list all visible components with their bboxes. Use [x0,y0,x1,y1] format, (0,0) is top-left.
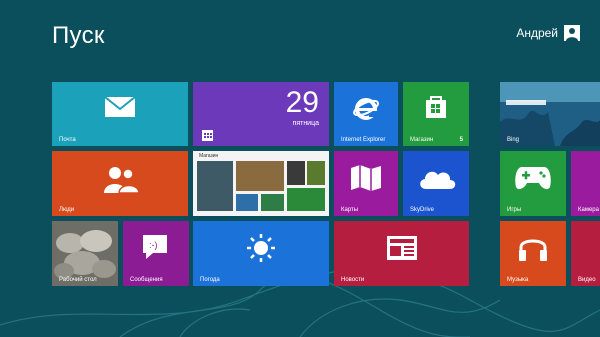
tile-messaging-label: Сообщения [130,277,163,283]
tile-skydrive[interactable]: SkyDrive [403,151,469,216]
user-name: Андрей [516,26,558,40]
store-preview: Магазин [193,151,329,216]
tile-calendar[interactable]: 29 пятница [193,82,329,146]
people-icon [104,167,140,193]
store-update-count: 5 [459,137,463,143]
sun-icon [247,234,275,262]
maps-icon [351,165,381,191]
user-avatar-icon [564,25,580,41]
tile-bing-label: Bing [507,137,520,143]
tile-games[interactable]: Игры [500,151,566,216]
start-title: Пуск [52,22,105,49]
store-preview-thumb [287,161,305,185]
chat-smiley-icon: :-) [143,235,167,259]
tile-camera[interactable]: Камера [571,151,600,216]
tile-mail[interactable]: Почта [52,82,188,146]
mail-icon [104,96,136,117]
tile-news-label: Новости [341,277,365,283]
store-preview-title: Магазин [199,153,219,159]
store-preview-hero [236,161,284,191]
internet-explorer-icon [353,98,379,120]
tile-people[interactable]: Люди [52,151,188,216]
tile-news[interactable]: Новости [334,221,469,286]
newspaper-icon [387,236,417,260]
tile-weather-label: Погода [200,277,220,283]
headphones-icon [519,239,547,261]
tile-maps[interactable]: Карты [334,151,398,216]
tile-store[interactable]: Магазин 5 [403,82,469,146]
cloud-icon [420,171,456,189]
tile-mail-label: Почта [59,137,76,143]
tile-store-label: Магазин [410,137,434,143]
tile-skydrive-label: SkyDrive [410,207,435,213]
tile-internet-explorer[interactable]: Internet Explorer [334,82,398,146]
tile-video[interactable]: Видео [571,221,600,286]
svg-text::-): :-) [149,240,158,250]
store-preview-thumb [236,194,258,211]
tile-video-label: Видео [578,277,596,283]
calendar-icon [202,130,213,141]
tile-photos-label: Рабочий стол [59,277,97,283]
tile-store-preview[interactable]: Магазин [193,151,329,216]
tile-maps-label: Карты [341,207,359,213]
calendar-weekday: пятница [292,120,319,127]
tile-music-label: Музыка [507,277,529,283]
gamepad-icon [515,167,551,190]
tile-camera-label: Камера [578,207,599,213]
tile-messaging[interactable]: :-) Сообщения [123,221,189,286]
tile-weather[interactable]: Погода [193,221,329,286]
tile-people-label: Люди [59,207,75,213]
user-account[interactable]: Андрей [516,25,580,41]
tile-bing[interactable]: Bing [500,82,600,146]
tile-ie-label: Internet Explorer [341,137,386,143]
store-bag-icon [426,96,446,118]
tile-games-label: Игры [507,207,522,213]
store-preview-thumb [307,161,325,185]
store-preview-list [197,161,233,211]
tile-photos[interactable]: Рабочий стол [52,221,118,286]
store-preview-thumb [261,194,284,211]
calendar-day: 29 [285,86,319,119]
tile-music[interactable]: Музыка [500,221,566,286]
store-preview-thumb [287,188,325,211]
